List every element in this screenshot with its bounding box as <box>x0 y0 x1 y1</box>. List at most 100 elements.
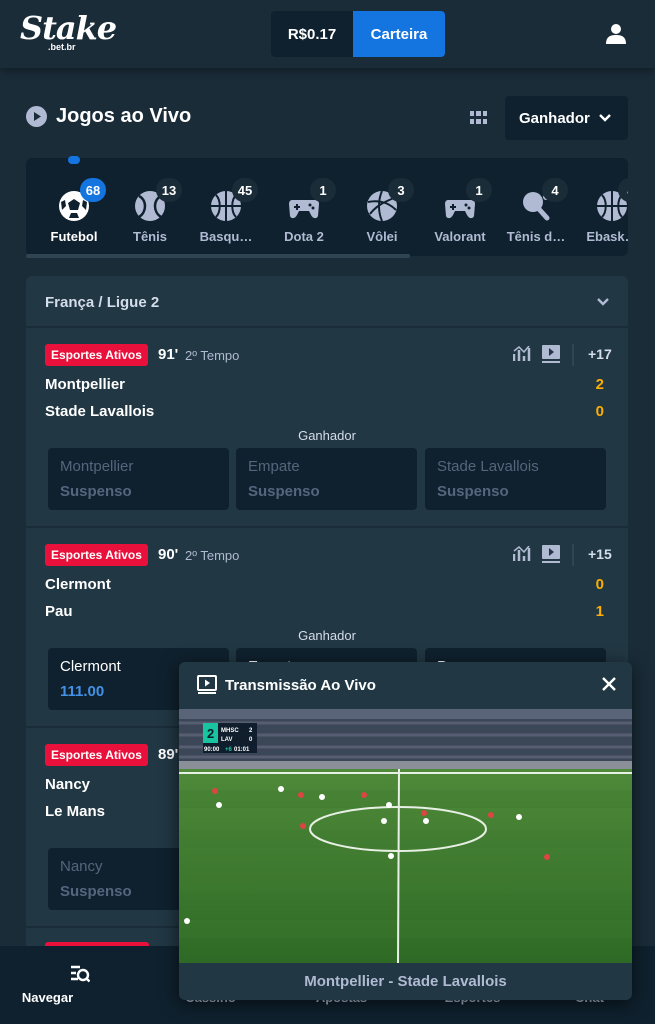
scoreboard-home-team: MHSC <box>221 728 239 734</box>
odd-outcome: Nancy <box>60 858 103 875</box>
scoreboard-added-time: 01:01 <box>234 747 250 753</box>
nav-label: Navegar <box>21 990 74 1005</box>
scoreboard-away-team: LAV <box>221 737 233 743</box>
sport-count-badge: 1 <box>310 178 336 202</box>
odd-outcome: Montpellier <box>60 458 134 475</box>
away-score: 1 <box>595 603 604 620</box>
home-team: Clermont <box>45 576 111 593</box>
video-player[interactable]: 2 MHSC 2LAV 090:00 +6 01:01 <box>179 709 632 963</box>
sport-tab-label: Tênis <box>133 229 167 244</box>
league-name: França / Ligue 2 <box>45 294 160 311</box>
sport-tab-tenis-de-mesa[interactable]: 4 Tênis d… <box>498 158 574 256</box>
sports-scrollbar[interactable] <box>26 254 410 258</box>
sport-tab-label: Vôlei <box>366 229 398 244</box>
match-minute: 90' <box>158 546 179 563</box>
odd-outcome: Stade Lavallois <box>437 458 539 475</box>
home-score: 2 <box>595 376 604 393</box>
market-label: Ganhador <box>298 628 356 643</box>
league-header[interactable]: França / Ligue 2 <box>26 276 628 328</box>
sport-count-badge: 45 <box>232 178 258 202</box>
match-period: 2º Tempo <box>185 348 240 363</box>
live-stream-icon[interactable] <box>542 345 560 363</box>
sport-tab-ebasketball[interactable]: 4 Ebask… <box>574 158 628 256</box>
play-circle-icon <box>26 106 47 127</box>
scoreboard-added: +6 <box>225 747 233 753</box>
away-team: Le Mans <box>45 803 106 820</box>
odd-button-away[interactable]: Stade Lavallois Suspenso <box>425 448 606 510</box>
sport-tab-volei[interactable]: 3 Vôlei <box>344 158 420 256</box>
live-badge: Esportes Ativos <box>45 544 148 566</box>
match-period: 2º Tempo <box>185 548 240 563</box>
stats-icon[interactable] <box>513 546 531 562</box>
match-minute: 91' <box>158 346 179 363</box>
sport-tab-valorant[interactable]: 1 Valorant <box>422 158 498 256</box>
stats-icon[interactable] <box>513 346 531 362</box>
odd-outcome: Clermont <box>60 658 121 675</box>
chevron-down-icon <box>597 298 609 306</box>
page-title: Jogos ao Vivo <box>56 105 192 127</box>
home-team: Nancy <box>45 776 91 793</box>
market-label: Ganhador <box>298 428 356 443</box>
market-dropdown[interactable]: Ganhador <box>505 96 628 140</box>
sport-tab-label: Dota 2 <box>284 229 324 244</box>
wallet-button[interactable]: Carteira <box>353 11 445 57</box>
stream-match-name: Montpellier - Stade Lavallois <box>304 973 507 990</box>
sport-tab-basquete[interactable]: 45 Basqu… <box>188 158 264 256</box>
top-header: Stake .bet.br R$0.17 Carteira <box>0 0 655 68</box>
divider <box>572 344 574 366</box>
live-stream-icon[interactable] <box>542 545 560 563</box>
sport-tab-label: Futebol <box>50 229 98 244</box>
market-dropdown-value: Ganhador <box>519 109 590 127</box>
sport-count-badge: 13 <box>156 178 182 202</box>
more-markets-count[interactable]: +17 <box>588 346 612 362</box>
odd-value: Suspenso <box>60 883 132 900</box>
odd-value: Suspenso <box>60 483 132 500</box>
grid-view-icon[interactable] <box>470 111 487 124</box>
sport-tab-label: Basqu… <box>199 229 253 244</box>
away-team: Pau <box>45 603 73 620</box>
sport-count-badge: 4 <box>542 178 568 202</box>
more-markets-count[interactable]: +15 <box>588 546 612 562</box>
close-icon[interactable] <box>600 675 618 693</box>
sport-tab-label: Ebask… <box>586 229 628 244</box>
active-tab-indicator <box>68 156 80 164</box>
sport-count-badge: 68 <box>80 178 106 202</box>
popup-title: Transmissão Ao Vivo <box>225 677 376 694</box>
match-minute: 89' <box>158 746 179 763</box>
chevron-down-icon <box>599 114 611 122</box>
stake-logo[interactable]: Stake .bet.br <box>20 9 117 56</box>
scoreboard-clock: 90:00 <box>204 747 220 753</box>
live-badge: Esportes Ativos <box>45 344 148 366</box>
live-games-header: Jogos ao Vivo Ganhador <box>26 96 628 140</box>
odd-value: Suspenso <box>437 483 509 500</box>
home-score: 0 <box>595 576 604 593</box>
scoreboard-channel: 2 <box>207 726 214 741</box>
sport-tab-label: Valorant <box>434 229 486 244</box>
odd-button-home[interactable]: Montpellier Suspenso <box>48 448 229 510</box>
sport-count-badge: 3 <box>388 178 414 202</box>
live-stream-icon <box>197 675 217 694</box>
odd-button-draw[interactable]: Empate Suspenso <box>236 448 417 510</box>
odd-value: 111.00 <box>60 683 105 700</box>
browse-icon <box>71 965 90 983</box>
logo-domain: .bet.br <box>48 42 76 52</box>
balance-display[interactable]: R$0.17 <box>271 11 353 57</box>
sports-tab-bar: 68 Futebol 13 Tênis 45 Basqu… 1 Dota 2 3… <box>26 158 628 256</box>
nav-navegar[interactable]: Navegar <box>14 946 145 1024</box>
sport-tab-tenis[interactable]: 13 Tênis <box>112 158 188 256</box>
popup-header[interactable]: Transmissão Ao Vivo <box>179 662 632 708</box>
away-team: Stade Lavallois <box>45 403 155 420</box>
divider <box>572 544 574 566</box>
sport-count-badge: 1 <box>466 178 492 202</box>
sport-tab-futebol[interactable]: 68 Futebol <box>36 158 112 256</box>
match-card[interactable]: Esportes Ativos 91' 2º Tempo +17 Montpel… <box>26 330 628 528</box>
away-score: 0 <box>595 403 604 420</box>
sport-tab-label: Tênis d… <box>506 229 566 244</box>
live-badge: Esportes Ativos <box>45 744 148 766</box>
logo-text: Stake <box>20 9 117 47</box>
user-icon[interactable] <box>605 23 627 45</box>
home-team: Montpellier <box>45 376 126 393</box>
live-stream-popup[interactable]: Transmissão Ao Vivo 2 MHSC 2 LAV 0 90:00 +6 0 <box>179 662 632 1000</box>
odd-outcome: Empate <box>248 458 300 475</box>
sport-tab-dota2[interactable]: 1 Dota 2 <box>266 158 342 256</box>
